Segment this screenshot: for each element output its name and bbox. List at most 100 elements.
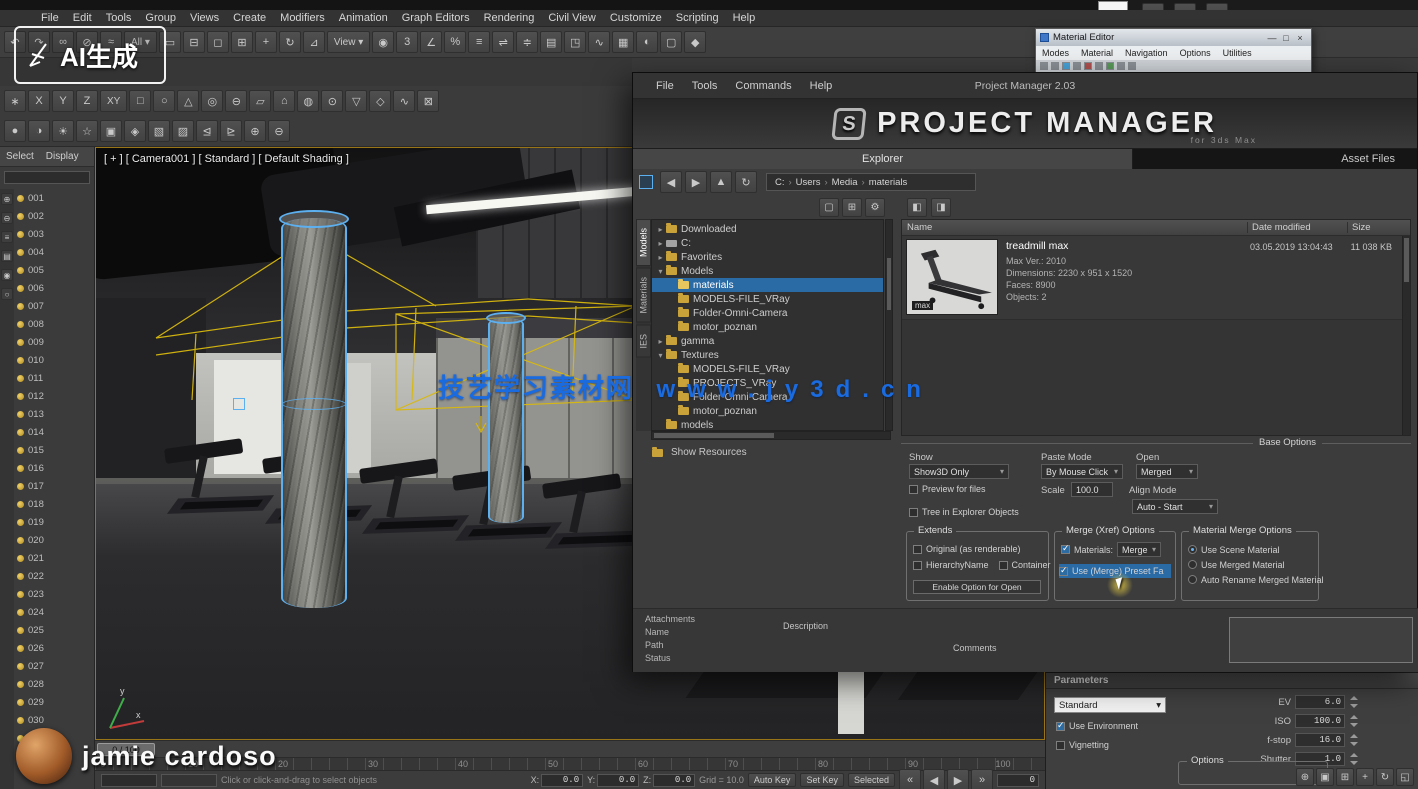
tree-item-motor-poznan[interactable]: motor_poznan — [652, 320, 883, 334]
scene-item-002[interactable]: 002 — [14, 207, 94, 225]
tree-item-c[interactable]: ▸C: — [652, 236, 883, 250]
side-tab-materials[interactable]: Materials — [636, 268, 651, 323]
torus-primitive-icon[interactable]: ◎ — [201, 90, 223, 112]
compass-helper-icon[interactable]: ⊵ — [220, 120, 242, 142]
radio-button[interactable] — [1188, 575, 1197, 584]
me-menu-utilities[interactable]: Utilities — [1217, 48, 1258, 58]
menu-rendering[interactable]: Rendering — [477, 12, 542, 24]
window-crossing-icon[interactable]: ⊞ — [231, 31, 253, 53]
target-camera-icon[interactable]: ◈ — [124, 120, 146, 142]
checkbox[interactable] — [1056, 722, 1065, 731]
menu-scripting[interactable]: Scripting — [669, 12, 726, 24]
scene-item-007[interactable]: 007 — [14, 297, 94, 315]
scrollbar-thumb[interactable] — [887, 258, 891, 310]
menu-graph-editors[interactable]: Graph Editors — [395, 12, 477, 24]
checkbox-row-hierarchyname[interactable]: HierarchyName — [913, 558, 989, 572]
breadcrumb-users[interactable]: Users — [792, 177, 825, 188]
scene-item-019[interactable]: 019 — [14, 513, 94, 531]
play-button[interactable]: ▶ — [947, 769, 969, 789]
menu-civil-view[interactable]: Civil View — [541, 12, 602, 24]
pm-menu-tools[interactable]: Tools — [683, 80, 727, 92]
geosphere-primitive-icon[interactable]: ⊙ — [321, 90, 343, 112]
current-frame-field[interactable]: 0 — [997, 774, 1039, 787]
enable-option-for-open-button[interactable]: Enable Option for Open — [913, 580, 1041, 594]
omni-light-icon[interactable]: ● — [4, 120, 26, 142]
me-menu-material[interactable]: Material — [1075, 48, 1119, 58]
go-start-button[interactable]: « — [899, 769, 921, 789]
radio-row-auto-rename-merged-material[interactable]: Auto Rename Merged Material — [1188, 572, 1324, 587]
checkbox-row-use-environment[interactable]: Use Environment — [1056, 719, 1138, 733]
me-menu-navigation[interactable]: Navigation — [1119, 48, 1174, 58]
checkbox-row-original-as-renderable[interactable]: Original (as renderable) — [913, 542, 1021, 556]
align-mode-dropdown[interactable]: Auto - Start▾ — [1132, 499, 1218, 514]
scene-item-022[interactable]: 022 — [14, 567, 94, 585]
axis-y-icon[interactable]: Y — [52, 90, 74, 112]
cylinder-primitive-icon[interactable]: ⊖ — [225, 90, 247, 112]
axis-x-icon[interactable]: X — [28, 90, 50, 112]
scene-item-016[interactable]: 016 — [14, 459, 94, 477]
up-button[interactable]: ▲ — [710, 171, 732, 193]
tree-item-favorites[interactable]: ▸Favorites — [652, 250, 883, 264]
select-by-name-icon[interactable]: ⊟ — [183, 31, 205, 53]
me-toolbar-icon[interactable] — [1051, 62, 1059, 70]
orbit-icon[interactable]: ↻ — [1376, 768, 1394, 786]
camera-icon[interactable]: ▣ — [100, 120, 122, 142]
file-row-treadmill[interactable]: max treadmill max Max Ver.: 2010 Dimensi… — [902, 236, 1410, 320]
open-file-icon[interactable]: ◨ — [931, 198, 951, 217]
explorer-tab-display[interactable]: Display — [40, 151, 85, 162]
material-editor-icon[interactable]: ◐ — [636, 31, 658, 53]
me-toolbar-icon[interactable] — [1040, 62, 1048, 70]
tab-asset-files[interactable]: Asset Files — [1133, 149, 1417, 169]
viewport-label[interactable]: [ + ] [ Camera001 ] [ Standard ] [ Defau… — [104, 153, 349, 165]
paste-mode-dropdown[interactable]: By Mouse Click▾ — [1041, 464, 1123, 479]
prev-frame-button[interactable]: ◀ — [923, 769, 945, 789]
angle-snap-icon[interactable]: ∠ — [420, 31, 442, 53]
radio-button[interactable] — [1188, 560, 1197, 569]
rect-region-icon[interactable]: ◻ — [207, 31, 229, 53]
select-scale-icon[interactable]: ⊿ — [303, 31, 325, 53]
scene-item-006[interactable]: 006 — [14, 279, 94, 297]
tree-item-models-file-vray[interactable]: MODELS-FILE_VRay — [652, 292, 883, 306]
type-dropdown[interactable]: Standard ▾ — [1054, 697, 1166, 713]
scene-item-008[interactable]: 008 — [14, 315, 94, 333]
checkbox[interactable] — [1059, 567, 1068, 576]
scene-item-015[interactable]: 015 — [14, 441, 94, 459]
window-control-item[interactable]: □ — [1279, 33, 1293, 43]
file-thumbnail[interactable]: max — [906, 239, 998, 315]
menu-help[interactable]: Help — [726, 12, 763, 24]
rollout-header[interactable]: Parameters — [1046, 673, 1418, 689]
scale-field[interactable]: 100.0 — [1071, 482, 1113, 497]
me-toolbar-icon[interactable] — [1106, 62, 1114, 70]
spot-light-icon[interactable]: ◑ — [28, 120, 50, 142]
tree-item-materials[interactable]: materials — [652, 278, 883, 292]
scene-item-005[interactable]: 005 — [14, 261, 94, 279]
select-move-icon[interactable]: + — [255, 31, 277, 53]
tree-item-models[interactable]: ▾Models — [652, 264, 883, 278]
forward-button[interactable]: ▶ — [685, 171, 707, 193]
radio-button[interactable] — [1188, 545, 1197, 554]
explorer-tab-select[interactable]: Select — [0, 151, 40, 162]
checkbox[interactable] — [1056, 741, 1065, 750]
cone-primitive-icon[interactable]: △ — [177, 90, 199, 112]
render-icon[interactable]: ◆ — [684, 31, 706, 53]
sphere-primitive-icon[interactable]: ○ — [153, 90, 175, 112]
tree-item-motor-poznan[interactable]: motor_poznan — [652, 404, 883, 418]
tree-item-folder-omni-camera[interactable]: Folder-Omni-Camera — [652, 306, 883, 320]
scene-item-023[interactable]: 023 — [14, 585, 94, 603]
select-rotate-icon[interactable]: ↻ — [279, 31, 301, 53]
scene-item-025[interactable]: 025 — [14, 621, 94, 639]
scrollbar-thumb[interactable] — [1404, 238, 1409, 282]
tab-explorer[interactable]: Explorer — [633, 149, 1133, 169]
me-menu-modes[interactable]: Modes — [1036, 48, 1075, 58]
window-control-item[interactable]: × — [1293, 33, 1307, 43]
menu-views[interactable]: Views — [183, 12, 226, 24]
me-toolbar-icon[interactable] — [1117, 62, 1125, 70]
box-primitive-icon[interactable]: □ — [129, 90, 151, 112]
snaps-icon[interactable]: ∗ — [4, 90, 26, 112]
large-icons-view-button[interactable]: ▢ — [819, 198, 839, 217]
grid-helper-icon[interactable]: ▧ — [148, 120, 170, 142]
align-icon[interactable]: ≑ — [516, 31, 538, 53]
sun-light-icon[interactable]: ☀ — [52, 120, 74, 142]
zoom-icon[interactable]: ⊕ — [1296, 768, 1314, 786]
scene-item-012[interactable]: 012 — [14, 387, 94, 405]
